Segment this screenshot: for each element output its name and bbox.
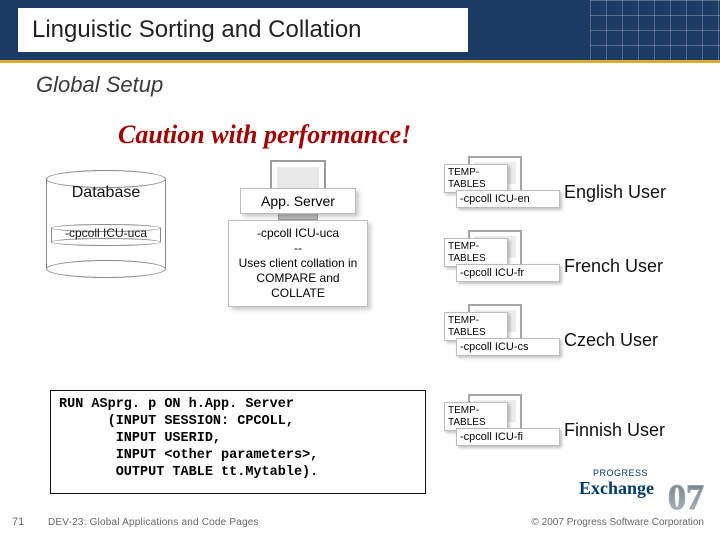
temp-tables-coll: -cpcoll ICU-cs <box>456 338 560 356</box>
temp-tables-box: TEMP-TABLES <box>444 402 508 431</box>
footer-breadcrumb: DEV-23: Global Applications and Code Pag… <box>48 517 259 528</box>
slide: Linguistic Sorting and Collation Global … <box>0 0 720 540</box>
database-param-box: -cpcoll ICU-uca <box>51 224 161 244</box>
appserver-note-sep: -- <box>233 241 363 256</box>
header-grid-decor <box>590 0 720 60</box>
appserver-note-coll: -cpcoll ICU-uca <box>233 226 363 241</box>
temp-tables-coll: -cpcoll ICU-fi <box>456 428 560 446</box>
copyright: © 2007 Progress Software Corporation <box>532 517 704 528</box>
logo-brand: PROGRESS <box>593 468 648 478</box>
slide-subtitle: Global Setup <box>36 72 163 98</box>
title-strip: Linguistic Sorting and Collation <box>18 8 468 52</box>
caution-text: Caution with performance! <box>118 120 411 150</box>
temp-tables-coll: -cpcoll ICU-fr <box>456 264 560 282</box>
user-label: Finnish User <box>564 420 665 441</box>
logo-year: 07 <box>668 476 704 518</box>
database-cylinder: Database -cpcoll ICU-uca <box>46 170 166 290</box>
temp-tables-coll: -cpcoll ICU-en <box>456 190 560 208</box>
user-label: Czech User <box>564 330 658 351</box>
temp-tables-box: TEMP-TABLES <box>444 164 508 193</box>
slide-title: Linguistic Sorting and Collation <box>32 16 362 44</box>
logo-event: Exchange <box>579 478 654 499</box>
temp-tables-box: TEMP-TABLES <box>444 238 508 267</box>
user-label: French User <box>564 256 663 277</box>
code-box: RUN ASprg. p ON h.App. Server (INPUT SES… <box>50 390 426 494</box>
database-param: -cpcoll ICU-uca <box>51 226 161 240</box>
conference-logo: PROGRESS Exchange 07 <box>552 468 702 512</box>
accent-line <box>0 60 720 63</box>
appserver-note-desc: Uses client collation in COMPARE and COL… <box>233 256 363 301</box>
slide-number: 71 <box>12 516 24 528</box>
appserver-label: App. Server <box>240 188 356 214</box>
appserver-note: -cpcoll ICU-uca -- Uses client collation… <box>228 220 368 307</box>
user-label: English User <box>564 182 666 203</box>
database-label: Database <box>46 184 166 202</box>
temp-tables-box: TEMP-TABLES <box>444 312 508 341</box>
